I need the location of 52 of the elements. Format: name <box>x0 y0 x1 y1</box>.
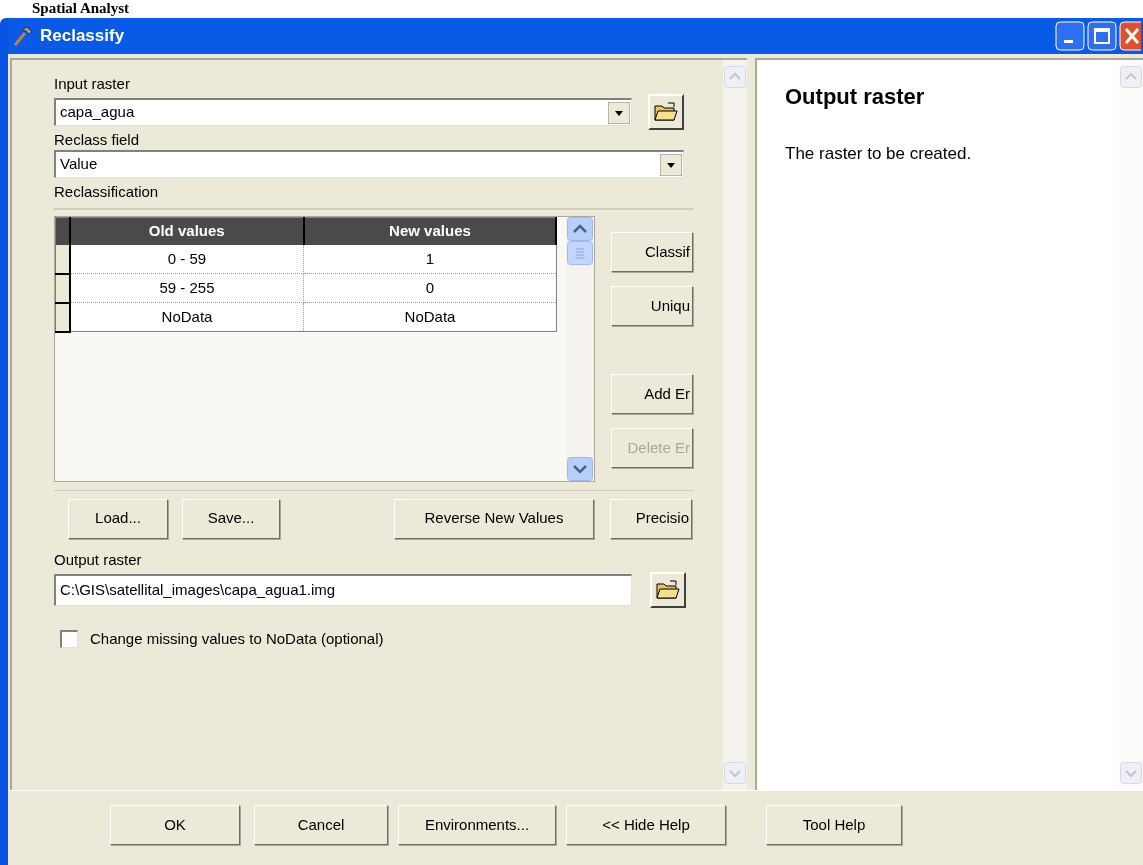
table-cell: NoData <box>69 302 304 332</box>
minimize-icon[interactable] <box>1055 21 1085 51</box>
browse-button[interactable] <box>648 94 684 130</box>
column-header[interactable]: Old values <box>69 217 304 245</box>
table-cell: 0 - 59 <box>69 244 304 274</box>
window-title: Reclassify <box>40 25 126 48</box>
page-heading: Spatial Analyst <box>32 0 130 17</box>
scrollbar[interactable] <box>566 217 594 481</box>
row-selector[interactable] <box>55 273 70 303</box>
action-button[interactable]: Load... <box>68 498 168 539</box>
folder-icon <box>654 102 678 122</box>
dialog-button[interactable]: << Hide Help <box>566 805 726 845</box>
side-button[interactable]: Add Er <box>611 374 693 414</box>
row-selector[interactable] <box>55 302 70 332</box>
help-text: The raster to be created. <box>785 143 973 165</box>
close-icon[interactable] <box>1119 21 1141 51</box>
side-button[interactable]: Classif <box>611 232 693 272</box>
side-button[interactable]: Uniqu <box>611 286 693 326</box>
column-header[interactable]: New values <box>303 217 556 245</box>
checkbox[interactable] <box>60 630 78 649</box>
field-value: Value <box>59 154 99 175</box>
dialog-button[interactable]: OK <box>110 805 240 845</box>
action-button[interactable]: Save... <box>182 498 280 539</box>
field-label: Output raster <box>54 550 143 570</box>
maximize-icon[interactable] <box>1087 21 1117 51</box>
field-value: capa_agua <box>59 102 136 123</box>
row-selector[interactable] <box>55 244 70 274</box>
dropdown-field[interactable]: Value <box>54 150 684 178</box>
dropdown-arrow-icon[interactable] <box>660 153 682 176</box>
scroll-up-icon[interactable] <box>567 217 593 241</box>
field-label: Input raster <box>54 74 131 94</box>
dialog-button[interactable]: Tool Help <box>766 805 902 845</box>
action-button[interactable]: Precisio <box>610 498 692 539</box>
field-label: Reclass field <box>54 130 141 150</box>
scroll-thumb[interactable] <box>567 241 593 265</box>
scroll-down-icon[interactable] <box>567 457 593 481</box>
dropdown-field[interactable]: capa_agua <box>54 98 632 126</box>
table-cell: 1 <box>303 244 556 274</box>
field-label: Reclassification <box>54 182 160 202</box>
output-field[interactable]: C:\GIS\satellital_images\capa_agua1.img <box>54 574 632 606</box>
table-cell: 0 <box>303 273 556 303</box>
dialog-button[interactable]: Environments... <box>398 805 556 845</box>
dropdown-arrow-icon[interactable] <box>608 101 630 124</box>
checkbox-label: Change missing values to NoData (optional) <box>90 629 384 649</box>
table-cell: NoData <box>303 302 556 332</box>
table-cell: 59 - 255 <box>69 273 304 303</box>
dialog-button[interactable]: Cancel <box>254 805 388 845</box>
hammer-icon <box>12 25 34 47</box>
help-title: Output raster <box>785 83 926 111</box>
browse-button[interactable] <box>650 572 686 608</box>
folder-icon <box>656 580 680 600</box>
action-button[interactable]: Reverse New Values <box>394 498 594 539</box>
